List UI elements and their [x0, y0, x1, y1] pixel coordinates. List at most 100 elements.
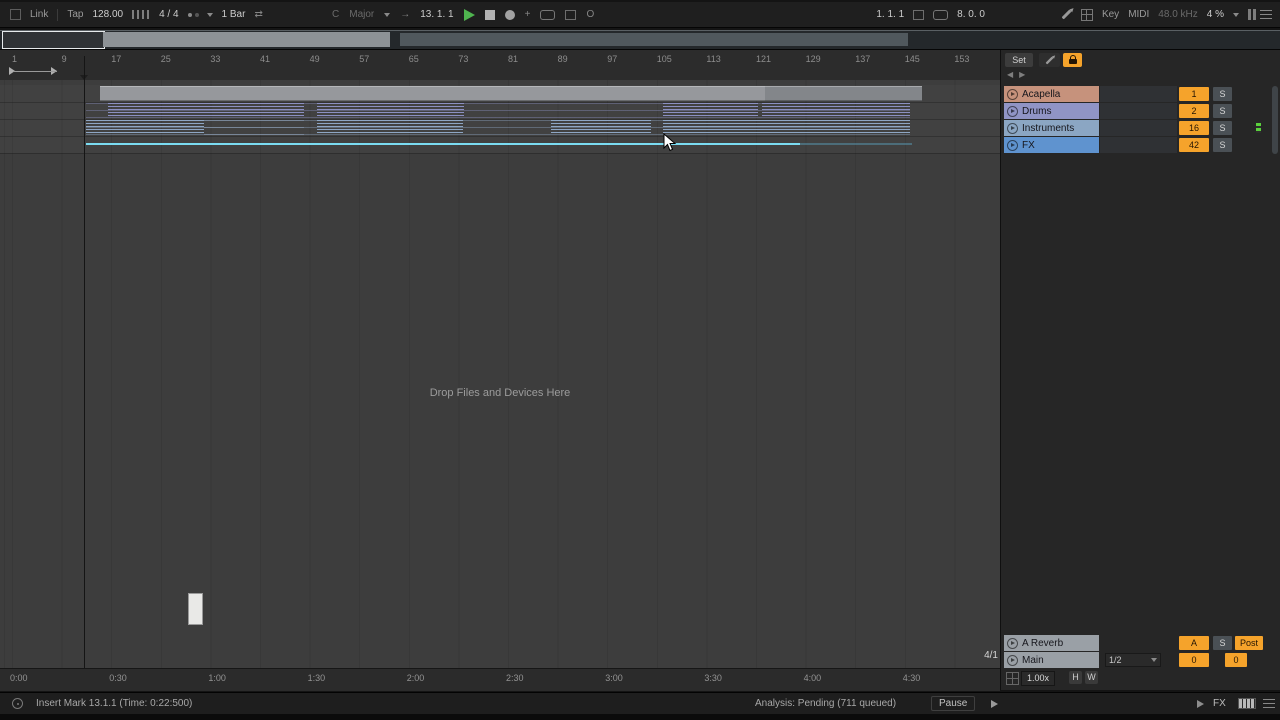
return-track-row[interactable]: A Reverb A S Post [1001, 635, 1280, 651]
bar-number[interactable]: 17 [111, 54, 121, 64]
track-name-area[interactable]: Acapella [1004, 86, 1099, 102]
track-activator[interactable]: 16 [1179, 121, 1209, 135]
floating-clip[interactable] [188, 593, 203, 625]
track-io-section[interactable] [1100, 120, 1177, 136]
bar-number[interactable]: 49 [310, 54, 320, 64]
punch-in-icon[interactable] [913, 9, 925, 20]
arrangement-position-field[interactable]: 13. 1. 1 [420, 9, 453, 20]
panel-scrollbar[interactable] [1272, 86, 1278, 154]
key-map-button[interactable]: Key [1102, 9, 1119, 20]
bar-number[interactable]: 105 [657, 54, 672, 64]
nudge-arrows-icon[interactable]: ⇄ [254, 2, 262, 27]
output-routing-menu[interactable]: 1/2 [1105, 653, 1161, 667]
bar-number[interactable]: 137 [855, 54, 870, 64]
clip[interactable] [800, 137, 912, 152]
main-volume-field[interactable]: 0 [1225, 653, 1247, 667]
follow-icon[interactable]: → [400, 2, 410, 27]
preview-play-icon[interactable] [1197, 700, 1204, 708]
tempo-field[interactable]: 128.00 [92, 9, 123, 20]
track-solo-button[interactable]: S [1213, 138, 1232, 152]
time-ruler[interactable]: 0:00 0:30 1:00 1:30 2:00 2:30 3:00 3:30 4:00 4:30 [0, 668, 1000, 691]
bar-number[interactable]: 121 [756, 54, 771, 64]
track-solo-button[interactable]: S [1213, 121, 1232, 135]
track-fold-icon[interactable] [1007, 654, 1018, 666]
bar-number[interactable]: 65 [409, 54, 419, 64]
track-fold-icon[interactable] [1007, 105, 1018, 117]
scroll-arrows[interactable]: ◀▶ [1007, 70, 1031, 79]
arrangement-area[interactable]: Drop Files and Devices Here 4/1 [0, 80, 1000, 668]
bar-number[interactable]: 57 [359, 54, 369, 64]
track-solo-button[interactable]: S [1213, 104, 1232, 118]
cpu-meter[interactable]: 4 % [1207, 9, 1224, 20]
time-signature-field[interactable]: 4 / 4 [159, 9, 178, 20]
metronome-dropdown-icon[interactable] [206, 12, 213, 17]
clip[interactable] [317, 103, 464, 118]
post-toggle-button[interactable]: Post [1235, 636, 1263, 650]
playhead-line[interactable] [84, 56, 85, 686]
record-button[interactable] [504, 9, 515, 20]
zoom-width-button[interactable]: W [1085, 671, 1098, 684]
pause-analysis-button[interactable]: Pause [931, 696, 976, 711]
stop-button[interactable] [484, 9, 495, 20]
tap-tempo-button[interactable]: Tap [67, 9, 83, 20]
overdub-icon[interactable]: + [525, 2, 531, 27]
clip[interactable] [663, 103, 758, 118]
track-row[interactable]: Drums 2 S [1001, 103, 1280, 119]
loop-region-icon[interactable] [933, 9, 949, 20]
track-activator[interactable]: 2 [1179, 104, 1209, 118]
quantize-menu[interactable]: 1 Bar [222, 9, 246, 20]
set-marker-button[interactable]: Set [1005, 53, 1033, 67]
main-track-row[interactable]: Main 1/2 0 0 [1001, 652, 1280, 668]
options-icon[interactable] [10, 9, 21, 20]
computer-midi-keyboard-icon[interactable] [1238, 698, 1256, 709]
bar-number[interactable]: 73 [458, 54, 468, 64]
key-root-field[interactable]: C [332, 9, 339, 20]
capture-midi-icon[interactable]: O [586, 2, 594, 27]
track-io-section[interactable] [1100, 103, 1177, 119]
clip[interactable] [663, 120, 910, 135]
scale-dropdown-icon[interactable] [384, 12, 391, 17]
zoom-level-field[interactable]: 1.00x [1021, 671, 1055, 686]
track-row[interactable]: Acapella 1 S [1001, 86, 1280, 102]
bar-number[interactable]: 1 [12, 54, 17, 64]
track-fold-icon[interactable] [1007, 88, 1018, 100]
arrangement-overview[interactable] [0, 30, 1280, 50]
loop-start-field[interactable]: 1. 1. 1 [876, 9, 904, 20]
phase-nudge-icon[interactable] [132, 10, 151, 19]
bar-number[interactable]: 9 [62, 54, 67, 64]
draw-button[interactable] [1039, 53, 1060, 67]
clip[interactable] [100, 86, 765, 101]
main-pan-field[interactable]: 0 [1179, 653, 1209, 667]
clip[interactable] [86, 137, 800, 152]
bar-number[interactable]: 89 [558, 54, 568, 64]
clip[interactable] [317, 120, 463, 135]
punch-icon[interactable] [565, 9, 577, 20]
metronome-icon[interactable] [187, 12, 192, 17]
clip[interactable] [108, 103, 304, 118]
automation-mode-icon[interactable] [1080, 8, 1093, 21]
bar-number[interactable]: 153 [954, 54, 969, 64]
bar-number[interactable]: 33 [210, 54, 220, 64]
bar-number[interactable]: 145 [905, 54, 920, 64]
overview-toggle-icon[interactable] [1260, 9, 1272, 20]
midi-map-button[interactable]: MIDI [1128, 9, 1149, 20]
track-solo-button[interactable]: S [1213, 87, 1232, 101]
track-fold-icon[interactable] [1007, 122, 1018, 134]
play-button[interactable] [463, 8, 475, 21]
link-button[interactable]: Link [30, 9, 48, 20]
bar-number[interactable]: 25 [161, 54, 171, 64]
track-fold-icon[interactable] [1007, 139, 1018, 151]
track-fold-icon[interactable] [1007, 637, 1018, 649]
track-name-area[interactable]: Drums [1004, 103, 1099, 119]
track-activator[interactable]: 42 [1179, 138, 1209, 152]
cpu-dropdown-icon[interactable] [1233, 12, 1239, 17]
zoom-height-button[interactable]: H [1069, 671, 1082, 684]
scale-menu[interactable]: Major [349, 9, 374, 20]
bar-number[interactable]: 81 [508, 54, 518, 64]
status-menu-icon[interactable] [1263, 699, 1275, 709]
loop-brace[interactable] [13, 71, 57, 72]
info-icon[interactable] [12, 698, 23, 709]
clip[interactable] [762, 103, 910, 118]
loop-switch-icon[interactable] [540, 9, 556, 20]
lock-button[interactable] [1063, 53, 1082, 67]
